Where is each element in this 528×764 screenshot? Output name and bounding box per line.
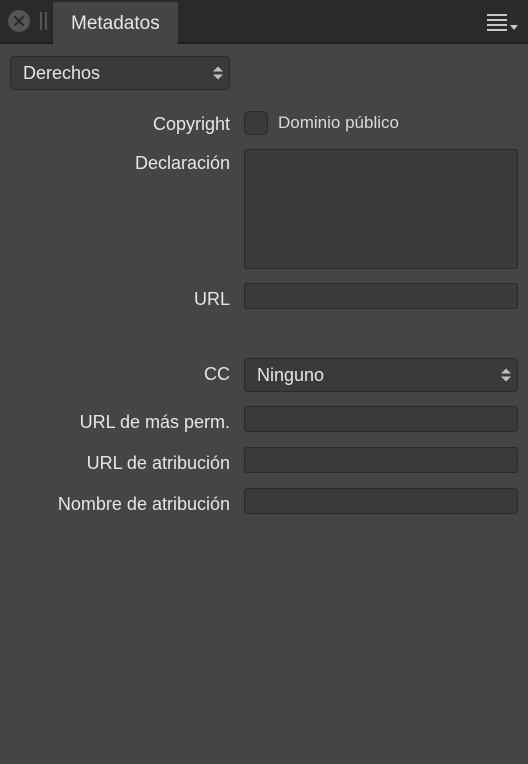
select-cc-value: Ninguno: [257, 365, 324, 386]
label-more-perm-url: URL de más perm.: [10, 406, 230, 433]
checkbox-public-domain[interactable]: [244, 111, 268, 135]
label-attrib-url: URL de atribución: [10, 447, 230, 474]
input-url[interactable]: [244, 283, 518, 309]
input-attrib-url[interactable]: [244, 447, 518, 473]
drag-handle[interactable]: [38, 0, 53, 42]
stepper-icon: [501, 369, 511, 382]
input-declaration[interactable]: [244, 149, 518, 269]
tab-label: Metadatos: [71, 13, 160, 35]
input-attrib-name[interactable]: [244, 488, 518, 514]
label-declaration: Declaración: [10, 149, 230, 174]
label-copyright: Copyright: [10, 110, 230, 135]
close-button[interactable]: [0, 0, 38, 42]
titlebar: Metadatos: [0, 0, 528, 44]
menu-icon: [487, 14, 507, 31]
stepper-icon: [213, 67, 223, 80]
label-attrib-name: Nombre de atribución: [10, 488, 230, 515]
section-select-value: Derechos: [23, 63, 100, 84]
chevron-down-icon: [510, 25, 518, 30]
grip-icon: [40, 12, 47, 30]
close-icon: [8, 10, 30, 32]
select-cc[interactable]: Ninguno: [244, 358, 518, 392]
panel-menu-button[interactable]: [483, 10, 522, 35]
label-cc: CC: [10, 358, 230, 385]
label-url: URL: [10, 283, 230, 310]
input-more-perm-url[interactable]: [244, 406, 518, 432]
checkbox-public-domain-label: Dominio público: [278, 113, 399, 133]
tab-metadatos[interactable]: Metadatos: [53, 2, 178, 46]
spacer: [10, 324, 518, 344]
panel-body: Derechos Copyright Dominio público Decla…: [0, 44, 528, 764]
section-select[interactable]: Derechos: [10, 56, 230, 90]
